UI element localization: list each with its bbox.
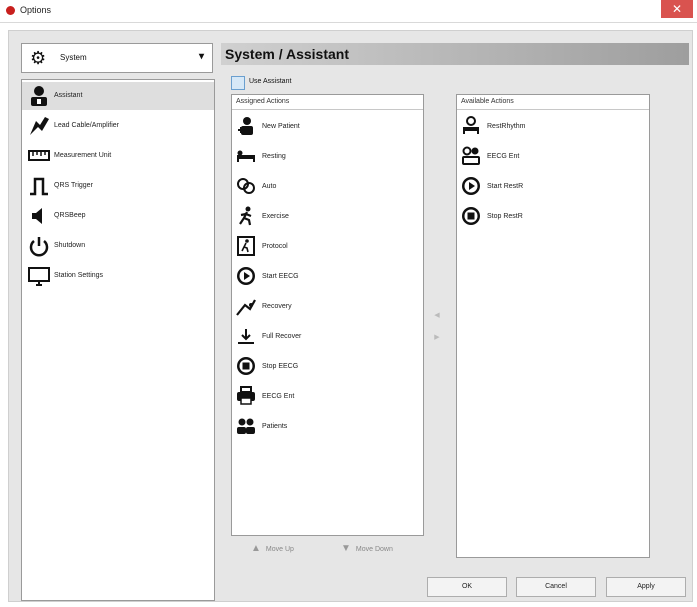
list-item[interactable]: Stop RestR xyxy=(457,203,647,231)
move-left-button[interactable]: ◀ xyxy=(432,311,442,321)
chevron-down-icon: ▾ xyxy=(198,51,204,62)
close-button[interactable]: ✕ xyxy=(661,0,693,18)
power-icon xyxy=(28,235,50,257)
menu-item-measurement-unit[interactable]: Measurement Unit xyxy=(22,142,214,170)
play-circle-icon xyxy=(236,266,256,286)
exercise-icon xyxy=(236,206,256,226)
speaker-icon xyxy=(28,205,50,227)
menu-item-assistant[interactable]: Assistant xyxy=(22,82,214,110)
menu-item-label: QRS Trigger xyxy=(54,182,93,189)
move-up-button[interactable]: ▲ Move Up xyxy=(251,540,294,558)
list-item[interactable]: EECG Ent xyxy=(457,143,647,171)
move-right-button[interactable]: ▶ xyxy=(432,333,442,343)
auto-icon xyxy=(236,176,256,196)
printer-icon xyxy=(236,386,256,406)
cancel-button[interactable]: Cancel xyxy=(516,577,596,597)
menu-item-label: Shutdown xyxy=(54,242,86,249)
menu-item-label: QRSBeep xyxy=(54,212,86,219)
new-patient-icon xyxy=(236,116,256,136)
list-item[interactable]: Stop EECG xyxy=(232,353,422,381)
ruler-icon xyxy=(28,145,50,167)
available-actions-header: Available Actions xyxy=(457,95,649,110)
pulse-icon xyxy=(28,175,50,197)
menu-item-lead-cable[interactable]: Lead Cable/Amplifier xyxy=(22,112,214,140)
list-item[interactable]: Patients xyxy=(232,413,422,441)
menu-item-label: Station Settings xyxy=(54,272,104,279)
section-title: System / Assistant xyxy=(225,46,349,62)
options-window: ⚙ System ▾ Assistant Lead Cable/Amplifie… xyxy=(8,30,693,602)
menu-item-shutdown[interactable]: Shutdown xyxy=(22,232,214,260)
menu-item-label: Lead Cable/Amplifier xyxy=(54,122,119,129)
cable-icon xyxy=(28,115,50,137)
apply-button[interactable]: Apply xyxy=(606,577,686,597)
list-item[interactable]: New Patient xyxy=(232,113,422,141)
category-select[interactable]: ⚙ System ▾ xyxy=(21,43,213,73)
person-icon xyxy=(28,85,50,107)
menu-item-qrsbeep[interactable]: QRSBeep xyxy=(22,202,214,230)
stop-circle-icon xyxy=(461,206,481,226)
use-assistant-label: Use Assistant xyxy=(249,78,292,85)
list-item[interactable]: Start RestR xyxy=(457,173,647,201)
arrow-up-icon: ▲ xyxy=(251,543,261,554)
list-item[interactable]: Resting xyxy=(232,143,422,171)
list-item[interactable]: Exercise xyxy=(232,203,422,231)
list-item[interactable]: Start EECG xyxy=(232,263,422,291)
settings-menu: Assistant Lead Cable/Amplifier Measureme… xyxy=(21,79,215,601)
category-select-value: System xyxy=(60,53,87,62)
rest-rhythm-icon xyxy=(461,116,481,136)
list-item[interactable]: Auto xyxy=(232,173,422,201)
menu-item-label: Measurement Unit xyxy=(54,152,112,159)
recovery-icon xyxy=(236,296,256,316)
assigned-actions-header: Assigned Actions xyxy=(232,95,423,110)
protocol-icon xyxy=(236,236,256,256)
assigned-actions-list: Assigned Actions New Patient Resting Aut… xyxy=(231,94,424,536)
monitor-icon xyxy=(28,265,50,287)
list-item[interactable]: Recovery xyxy=(232,293,422,321)
section-header: System / Assistant xyxy=(221,43,689,65)
arrow-down-icon: ▼ xyxy=(341,543,351,554)
title-bar: Options ✕ xyxy=(0,0,697,23)
menu-item-qrs-trigger[interactable]: QRS Trigger xyxy=(22,172,214,200)
move-down-button[interactable]: ▼ Move Down xyxy=(341,540,393,558)
play-circle-icon xyxy=(461,176,481,196)
resting-icon xyxy=(236,146,256,166)
use-assistant-checkbox[interactable] xyxy=(231,76,245,90)
list-item[interactable]: Protocol xyxy=(232,233,422,261)
eecg-ent-icon xyxy=(461,146,481,166)
menu-item-station-settings[interactable]: Station Settings xyxy=(22,262,214,290)
ok-button[interactable]: OK xyxy=(427,577,507,597)
list-item[interactable]: Full Recover xyxy=(232,323,422,351)
app-icon xyxy=(6,6,15,15)
list-item[interactable]: EECG Ent xyxy=(232,383,422,411)
stop-circle-icon xyxy=(236,356,256,376)
menu-item-label: Assistant xyxy=(54,92,83,99)
list-item[interactable]: RestRhythm xyxy=(457,113,647,141)
available-actions-list: Available Actions RestRhythm EECG Ent St… xyxy=(456,94,650,558)
full-recover-icon xyxy=(236,326,256,346)
patients-icon xyxy=(236,416,256,436)
gear-icon: ⚙ xyxy=(30,48,47,68)
window-title: Options xyxy=(20,5,52,15)
